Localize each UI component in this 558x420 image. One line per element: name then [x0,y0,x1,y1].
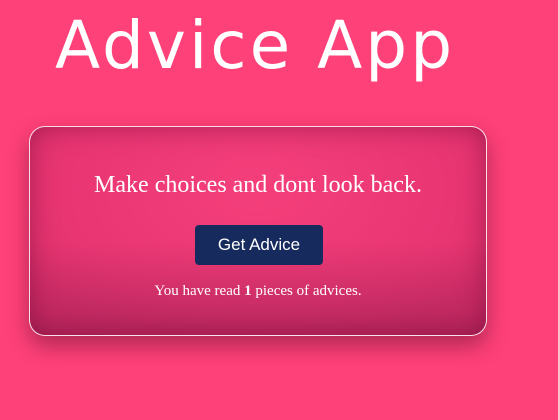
read-count-text: You have read 1 pieces of advices. [30,283,486,300]
advice-text: Make choices and dont look back. [94,172,422,198]
read-count-value: 1 [244,283,252,299]
read-count-prefix: You have read [154,283,241,299]
get-advice-button[interactable]: Get Advice [195,225,323,265]
advice-card: Make choices and dont look back. Get Adv… [29,126,487,336]
app-title: Advice App [55,7,456,84]
read-count-suffix: pieces of advices. [255,283,362,299]
